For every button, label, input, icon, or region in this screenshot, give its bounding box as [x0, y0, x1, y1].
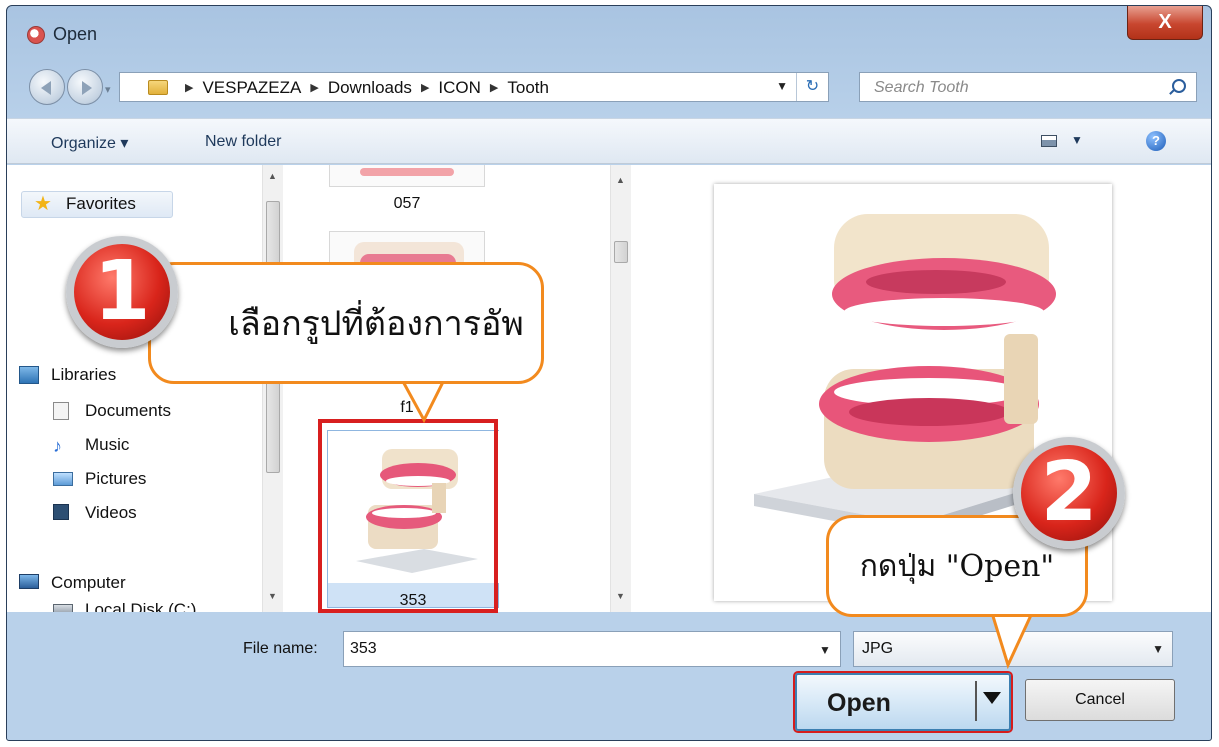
toolbar: Organize ▾ New folder ▼ ?	[7, 118, 1211, 164]
breadcrumb-icon[interactable]: ICON	[438, 78, 481, 97]
refresh-icon[interactable]: ↻	[796, 73, 828, 101]
sidebar-item-videos[interactable]: Videos	[53, 503, 137, 523]
organize-button[interactable]: Organize ▾	[51, 133, 128, 153]
sidebar-item-label: Pictures	[85, 469, 147, 488]
breadcrumb: ▶ VESPAZEZA ▶ Downloads ▶ ICON ▶ Tooth	[176, 78, 549, 98]
videos-icon	[53, 504, 69, 520]
app-icon	[27, 26, 45, 44]
step1-callout: เลือกรูปที่ต้องการอัพ	[148, 262, 544, 384]
selection-highlight	[318, 419, 498, 613]
computer-icon	[19, 574, 39, 589]
open-dropdown-icon[interactable]	[983, 692, 1001, 704]
file-thumbnail[interactable]	[329, 165, 485, 187]
documents-icon	[53, 402, 69, 420]
address-dropdown-icon[interactable]: ▼	[776, 79, 788, 93]
sidebar-item-computer[interactable]: Computer	[19, 573, 126, 593]
cancel-button[interactable]: Cancel	[1025, 679, 1175, 721]
breadcrumb-tooth[interactable]: Tooth	[507, 78, 549, 97]
sidebar-item-label: Music	[85, 435, 130, 454]
open-button[interactable]: Open	[795, 673, 1011, 731]
scrollbar-thumb[interactable]	[614, 241, 628, 263]
bubble-tail	[988, 611, 1038, 674]
dialog-title: Open	[53, 24, 98, 44]
step2-text: กดปุ่ม "Open"	[859, 548, 1055, 584]
breadcrumb-separator: ▶	[185, 82, 194, 94]
open-button-label: Open	[827, 689, 891, 717]
scroll-down-icon[interactable]: ▼	[616, 591, 625, 601]
file-name-input[interactable]: 353	[343, 631, 841, 667]
file-name-label[interactable]: 057	[317, 195, 497, 213]
search-placeholder: Search Tooth	[874, 79, 969, 96]
file-name-dropdown-icon[interactable]: ▼	[819, 643, 831, 657]
step2-badge: 2	[1013, 437, 1125, 549]
search-input[interactable]: Search Tooth	[859, 72, 1197, 102]
breadcrumb-separator: ▶	[489, 82, 499, 94]
sidebar-item-documents[interactable]: Documents	[53, 401, 171, 421]
breadcrumb-vespazeza[interactable]: VESPAZEZA	[202, 78, 301, 97]
split-divider	[975, 681, 977, 721]
sidebar-item-label: Documents	[85, 401, 171, 420]
scroll-up-icon[interactable]: ▲	[616, 175, 625, 185]
scroll-down-icon[interactable]: ▼	[268, 591, 277, 601]
chevron-down-icon: ▼	[1152, 642, 1164, 656]
new-folder-button[interactable]: New folder	[205, 133, 281, 151]
step1-text: เลือกรูปที่ต้องการอัพ	[228, 304, 524, 344]
navigation-pane: ★ Favorites Libraries Documents ♪ Music …	[7, 165, 262, 612]
help-icon[interactable]: ?	[1146, 131, 1166, 151]
address-bar[interactable]: ▶ VESPAZEZA ▶ Downloads ▶ ICON ▶ Tooth ▼ ↻	[119, 72, 829, 102]
back-button[interactable]	[29, 69, 65, 105]
breadcrumb-separator: ▶	[310, 82, 319, 94]
breadcrumb-downloads[interactable]: Downloads	[328, 78, 412, 97]
file-name-label: File name:	[243, 640, 318, 657]
folder-icon	[148, 80, 168, 95]
view-dropdown-icon[interactable]: ▼	[1071, 133, 1083, 147]
sidebar-item-label: Computer	[51, 573, 126, 592]
scroll-up-icon[interactable]: ▲	[268, 171, 277, 181]
sidebar-item-pictures[interactable]: Pictures	[53, 469, 147, 489]
disk-icon	[53, 604, 73, 612]
sidebar-item-label: Videos	[85, 503, 137, 522]
sidebar-item-music[interactable]: ♪ Music	[53, 435, 130, 456]
music-icon: ♪	[53, 436, 62, 456]
view-icon[interactable]	[1041, 135, 1057, 147]
sidebar-item-favorites[interactable]: ★ Favorites	[21, 191, 173, 218]
sidebar-item-label: Libraries	[51, 365, 117, 384]
sidebar-item-label: Local Disk (C:)	[85, 600, 197, 612]
sidebar-item-local-disk[interactable]: Local Disk (C:)	[53, 600, 197, 612]
recent-locations-icon[interactable]: ▾	[105, 83, 111, 96]
sidebar-item-libraries[interactable]: Libraries	[19, 365, 117, 385]
pictures-icon	[53, 472, 73, 486]
star-icon: ★	[34, 193, 52, 215]
step1-badge: 1	[66, 236, 178, 348]
breadcrumb-separator: ▶	[420, 82, 430, 94]
sidebar-item-label: Favorites	[66, 194, 136, 213]
libraries-icon	[19, 366, 39, 384]
close-button[interactable]: X	[1127, 6, 1203, 40]
search-icon[interactable]	[1172, 79, 1186, 93]
file-type-value: JPG	[862, 640, 894, 657]
sidebar-scrollbar[interactable]: ▲ ▼	[262, 165, 283, 612]
forward-button[interactable]	[67, 69, 103, 105]
title-bar: Open X	[7, 6, 1211, 56]
files-scrollbar[interactable]: ▲ ▼	[610, 165, 631, 612]
navigation-bar: ▾ ▶ VESPAZEZA ▶ Downloads ▶ ICON ▶ Tooth ▼ ↻ Se…	[7, 61, 1211, 111]
